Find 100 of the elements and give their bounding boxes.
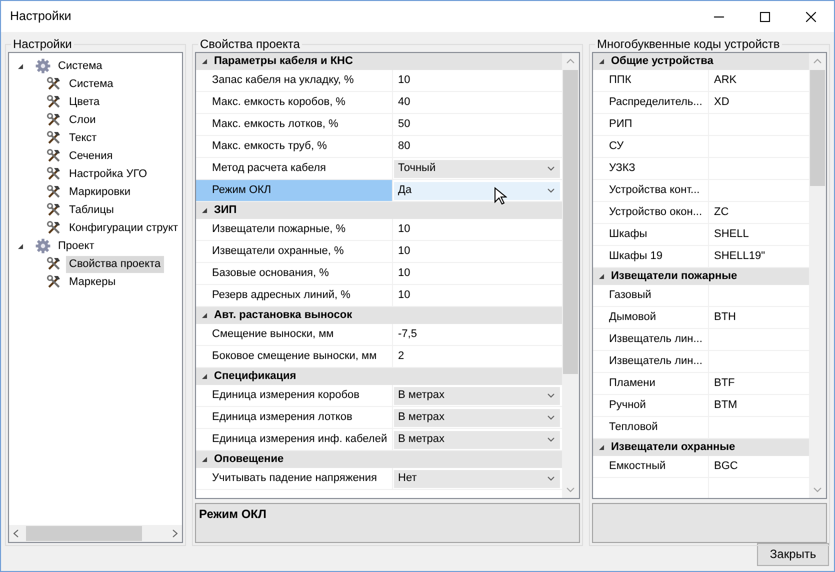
scrollbar-thumb[interactable] xyxy=(563,70,578,374)
property-value[interactable]: 2 xyxy=(398,348,404,365)
property-value[interactable]: 80 xyxy=(398,138,410,155)
tree-item[interactable]: Текст xyxy=(66,130,100,146)
property-label[interactable]: Извещатель лин... xyxy=(609,331,702,348)
tree-item[interactable]: Система xyxy=(55,58,106,74)
tree-item[interactable]: Маркеры xyxy=(66,274,119,290)
property-value[interactable]: XD xyxy=(714,94,730,111)
tools-icon xyxy=(46,94,62,110)
property-label[interactable]: Резерв адресных линий, % xyxy=(212,287,350,304)
property-label[interactable]: Ручной xyxy=(609,397,646,414)
property-label[interactable]: Учитывать падение напряжения xyxy=(212,470,377,487)
property-value[interactable]: SHELL xyxy=(714,226,749,243)
dropdown[interactable]: В метрах xyxy=(394,430,560,448)
tree-item[interactable]: Свойства проекта xyxy=(66,256,164,272)
property-label[interactable]: Устройство окон... xyxy=(609,204,702,221)
property-value[interactable]: 40 xyxy=(398,94,410,111)
close-button[interactable]: Закрыть xyxy=(757,542,829,566)
property-label[interactable]: УЗКЗ xyxy=(609,160,636,177)
dropdown[interactable]: В метрах xyxy=(394,386,560,404)
property-label[interactable]: Шкафы 19 xyxy=(609,248,663,265)
property-value[interactable]: SHELL19" xyxy=(714,248,765,265)
expanded-triangle-icon[interactable] xyxy=(201,372,209,381)
expanded-triangle-icon[interactable] xyxy=(598,57,606,66)
panel-title: Многобуквенные коды устройств xyxy=(595,37,782,51)
tools-icon xyxy=(46,256,62,272)
property-value[interactable]: ARK xyxy=(714,72,737,89)
dropdown[interactable]: Нет xyxy=(394,470,560,488)
expanded-triangle-icon[interactable] xyxy=(17,242,25,250)
tree-item[interactable]: Таблицы xyxy=(66,202,117,218)
expanded-triangle-icon[interactable] xyxy=(201,57,209,66)
property-label[interactable]: Запас кабеля на укладку, % xyxy=(212,72,354,89)
expanded-triangle-icon[interactable] xyxy=(598,443,606,452)
property-value[interactable]: 10 xyxy=(398,265,410,282)
chevron-down-icon xyxy=(547,437,555,442)
panel-title: Свойства проекта xyxy=(198,37,302,51)
panel-title: Настройки xyxy=(11,37,74,51)
category-header: ЗИП xyxy=(214,203,237,218)
category-header: Спецификация xyxy=(214,369,296,384)
property-value[interactable]: 50 xyxy=(398,116,410,133)
tree-item[interactable]: Конфигурации структ xyxy=(66,220,182,236)
property-value[interactable]: 10 xyxy=(398,221,410,238)
property-label[interactable]: Устройства конт... xyxy=(609,182,700,199)
property-value[interactable]: BTF xyxy=(714,375,735,392)
dropdown[interactable]: В метрах xyxy=(394,408,560,426)
property-label[interactable]: Распределитель... xyxy=(609,94,702,111)
property-label[interactable]: Единица измерения коробов xyxy=(212,387,360,404)
category-header: Параметры кабеля и КНС xyxy=(214,54,353,70)
expanded-triangle-icon[interactable] xyxy=(598,272,606,281)
tree-item[interactable]: Слои xyxy=(66,112,99,128)
tree-item[interactable]: Маркировки xyxy=(66,184,134,200)
property-value[interactable]: -7,5 xyxy=(398,326,417,343)
expanded-triangle-icon[interactable] xyxy=(201,206,209,215)
property-label[interactable]: Единица измерения лотков xyxy=(212,409,352,426)
expanded-triangle-icon[interactable] xyxy=(17,62,25,70)
property-label[interactable]: Газовый xyxy=(609,287,652,304)
tree-item[interactable]: Система xyxy=(66,76,116,92)
property-label[interactable]: Боковое смещение выноски, мм xyxy=(212,348,377,365)
tools-icon xyxy=(46,130,62,146)
property-value[interactable]: BGC xyxy=(714,458,738,475)
property-label[interactable]: Извещатели охранные, % xyxy=(212,243,344,260)
scrollbar-thumb[interactable] xyxy=(810,70,825,186)
property-value[interactable]: 10 xyxy=(398,287,410,304)
dropdown[interactable]: Точный xyxy=(394,160,560,178)
property-label[interactable]: Метод расчета кабеля xyxy=(212,160,326,177)
property-label[interactable]: Пламени xyxy=(609,375,656,392)
expanded-triangle-icon[interactable] xyxy=(201,455,209,464)
property-label[interactable]: Дымовой xyxy=(609,309,656,326)
tools-icon xyxy=(46,220,62,236)
property-label[interactable]: ППК xyxy=(609,72,632,89)
property-label[interactable]: Извещатели пожарные, % xyxy=(212,221,346,238)
tree-item[interactable]: Цвета xyxy=(66,94,103,110)
tree-item[interactable]: Сечения xyxy=(66,148,116,164)
property-label[interactable]: Смещение выноски, мм xyxy=(212,326,334,343)
property-label[interactable]: СУ xyxy=(609,138,624,155)
property-value[interactable]: ZC xyxy=(714,204,729,221)
property-label[interactable]: Шкафы xyxy=(609,226,648,243)
property-value[interactable]: BTM xyxy=(714,397,738,414)
property-label[interactable]: Емкостный xyxy=(609,458,666,475)
tree-item[interactable]: Проект xyxy=(55,238,98,254)
vertical-scrollbar[interactable] xyxy=(809,53,826,498)
property-label[interactable]: Макс. емкость лотков, % xyxy=(212,116,338,133)
property-label[interactable]: Единица измерения инф. кабелей xyxy=(212,431,388,448)
property-value[interactable]: BTH xyxy=(714,309,736,326)
property-label[interactable]: Тепловой xyxy=(609,419,658,436)
gear-icon xyxy=(35,58,51,74)
tree-item[interactable]: Настройка УГО xyxy=(66,166,150,182)
tools-icon xyxy=(46,166,62,182)
scrollbar-thumb[interactable] xyxy=(26,526,142,541)
horizontal-scrollbar[interactable] xyxy=(9,525,182,542)
property-label[interactable]: Базовые основания, % xyxy=(212,265,329,282)
vertical-scrollbar[interactable] xyxy=(562,53,579,498)
expanded-triangle-icon[interactable] xyxy=(201,311,209,320)
property-value[interactable]: 10 xyxy=(398,72,410,89)
property-label[interactable]: Макс. емкость коробов, % xyxy=(212,94,346,111)
property-label[interactable]: Макс. емкость труб, % xyxy=(212,138,327,155)
property-value[interactable]: 10 xyxy=(398,243,410,260)
property-label[interactable]: Извещатель лин... xyxy=(609,353,702,370)
category-header: Извещатели пожарные xyxy=(611,269,738,284)
property-label[interactable]: РИП xyxy=(609,116,632,133)
